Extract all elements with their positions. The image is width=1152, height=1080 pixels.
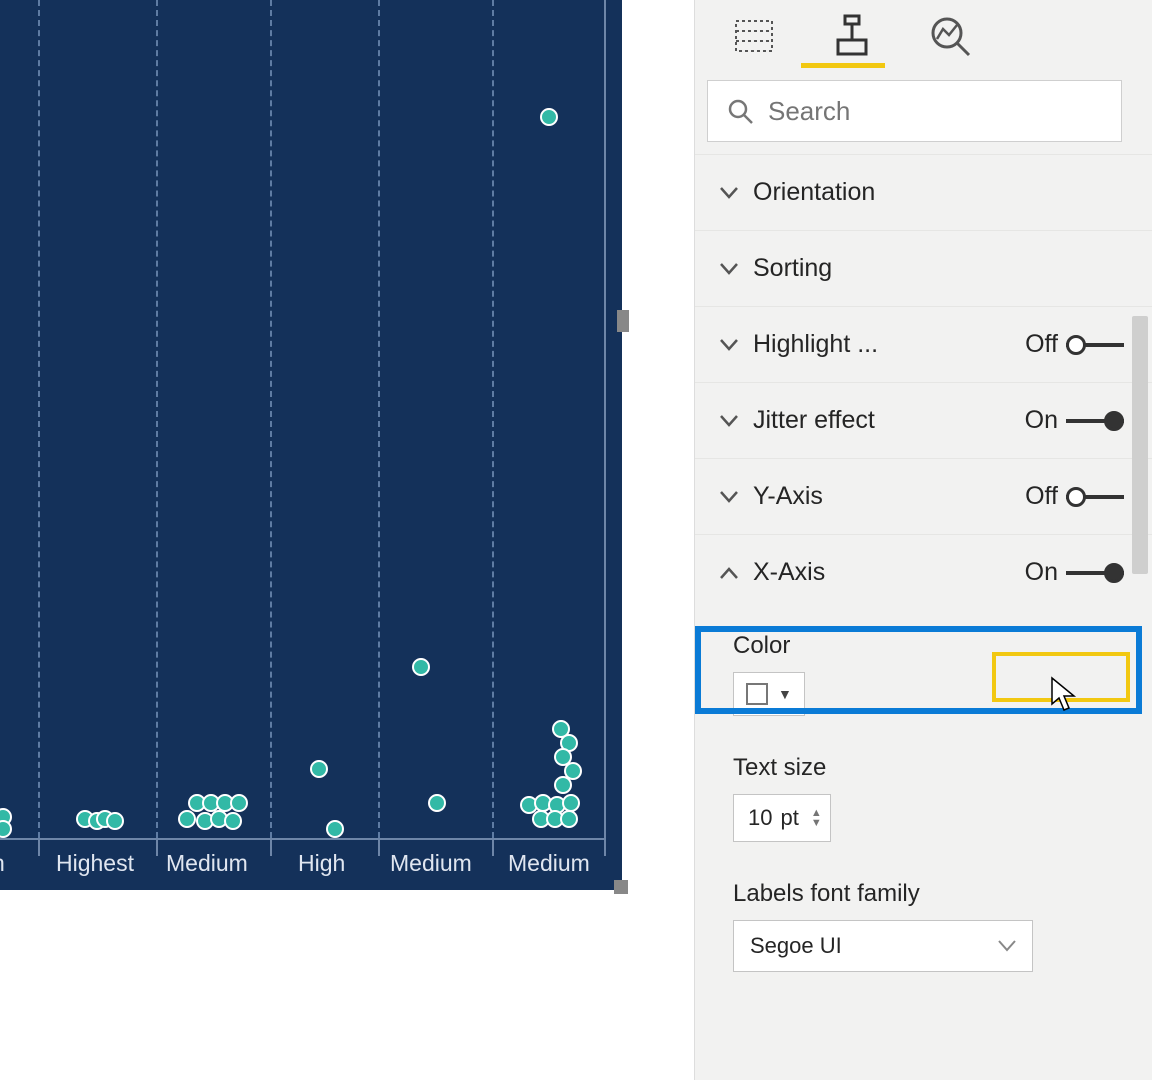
fontfamily-label: Labels font family [733,880,1114,908]
resize-handle-corner[interactable] [614,880,628,894]
fontfamily-value: Segoe UI [750,933,842,959]
x-tick-label: Medium [390,850,472,877]
data-point [106,812,124,830]
section-jitter[interactable]: Jitter effect On [695,382,1152,458]
data-point [540,108,558,126]
spinner-buttons[interactable]: ▲▼ [811,808,822,828]
grid-line [156,0,158,838]
section-yaxis[interactable]: Y-Axis Off [695,458,1152,534]
chevron-down-icon [715,339,743,351]
color-picker[interactable]: ▼ [733,672,805,716]
active-tab-underline [801,63,885,68]
xaxis-settings: Color ▼ Text size 10 pt ▲▼ Labels font f… [695,610,1152,972]
toggle-state: Off [1025,482,1058,511]
format-tab-icon[interactable] [825,12,879,60]
grid-line [492,0,494,838]
data-point [554,776,572,794]
category-divider [38,838,40,856]
format-sections: Orientation Sorting Highlight ... Off Ji… [695,154,1152,972]
category-divider [492,838,494,856]
search-box[interactable] [707,80,1122,142]
fontfamily-select[interactable]: Segoe UI [733,920,1033,972]
resize-handle-right[interactable] [617,310,629,332]
grid-line [270,0,272,838]
x-tick-label: Medium [508,850,590,877]
yaxis-toggle[interactable]: Off [1025,482,1124,511]
chevron-down-icon [715,491,743,503]
plot-right-border [604,0,606,838]
textsize-input[interactable]: 10 pt ▲▼ [733,794,831,842]
highlight-toggle[interactable]: Off [1025,330,1124,359]
x-axis-line [0,838,605,840]
analytics-tab-icon[interactable] [923,12,977,60]
toggle-state: Off [1025,330,1058,359]
section-label: Orientation [753,178,1124,207]
section-xaxis[interactable]: X-Axis On [695,534,1152,610]
data-point [326,820,344,838]
scrollbar[interactable] [1132,316,1148,574]
section-sorting[interactable]: Sorting [695,230,1152,306]
data-point [560,810,578,828]
color-label: Color [733,632,1114,660]
toggle-state: On [1025,406,1058,435]
data-point [0,820,12,838]
chevron-down-icon [715,187,743,199]
category-divider [378,838,380,856]
xaxis-toggle[interactable]: On [1025,558,1124,587]
x-tick-label: High [298,850,345,877]
caret-down-icon: ▼ [778,686,792,702]
chevron-down-icon [998,940,1016,952]
section-label: Y-Axis [753,482,1025,511]
spinner-down-icon[interactable]: ▼ [811,818,822,828]
section-label: Highlight ... [753,330,1025,359]
grid-line [378,0,380,838]
search-input[interactable] [768,96,1103,127]
x-tick-label: Medium [166,850,248,877]
panel-tabs [695,12,1152,68]
x-tick-label: Highest [56,850,134,877]
fields-tab-icon[interactable] [727,12,781,60]
data-point [310,760,328,778]
section-highlight[interactable]: Highlight ... Off [695,306,1152,382]
category-divider [604,838,606,856]
jitter-toggle[interactable]: On [1025,406,1124,435]
section-label: X-Axis [753,558,1025,587]
data-point [224,812,242,830]
x-tick-label: h [0,850,5,877]
data-point [428,794,446,812]
viz-frame[interactable]: h Highest Medium High Medium Medium [0,0,674,890]
textsize-unit: pt [780,805,798,831]
section-label: Sorting [753,254,1124,283]
data-point [412,658,430,676]
chevron-down-icon [715,415,743,427]
textsize-label: Text size [733,754,1114,782]
format-panel: Orientation Sorting Highlight ... Off Ji… [694,0,1152,1080]
scatter-chart: h Highest Medium High Medium Medium [0,0,622,890]
data-point [178,810,196,828]
category-divider [270,838,272,856]
category-divider [156,838,158,856]
chevron-down-icon [715,263,743,275]
search-icon [726,97,754,125]
textsize-value: 10 [748,805,772,831]
search-container [707,80,1122,142]
canvas-area: h Highest Medium High Medium Medium [0,0,694,1080]
color-swatch [746,683,768,705]
toggle-state: On [1025,558,1058,587]
grid-line [38,0,40,838]
section-label: Jitter effect [753,406,1025,435]
data-point [230,794,248,812]
chevron-up-icon [715,567,743,579]
section-orientation[interactable]: Orientation [695,154,1152,230]
